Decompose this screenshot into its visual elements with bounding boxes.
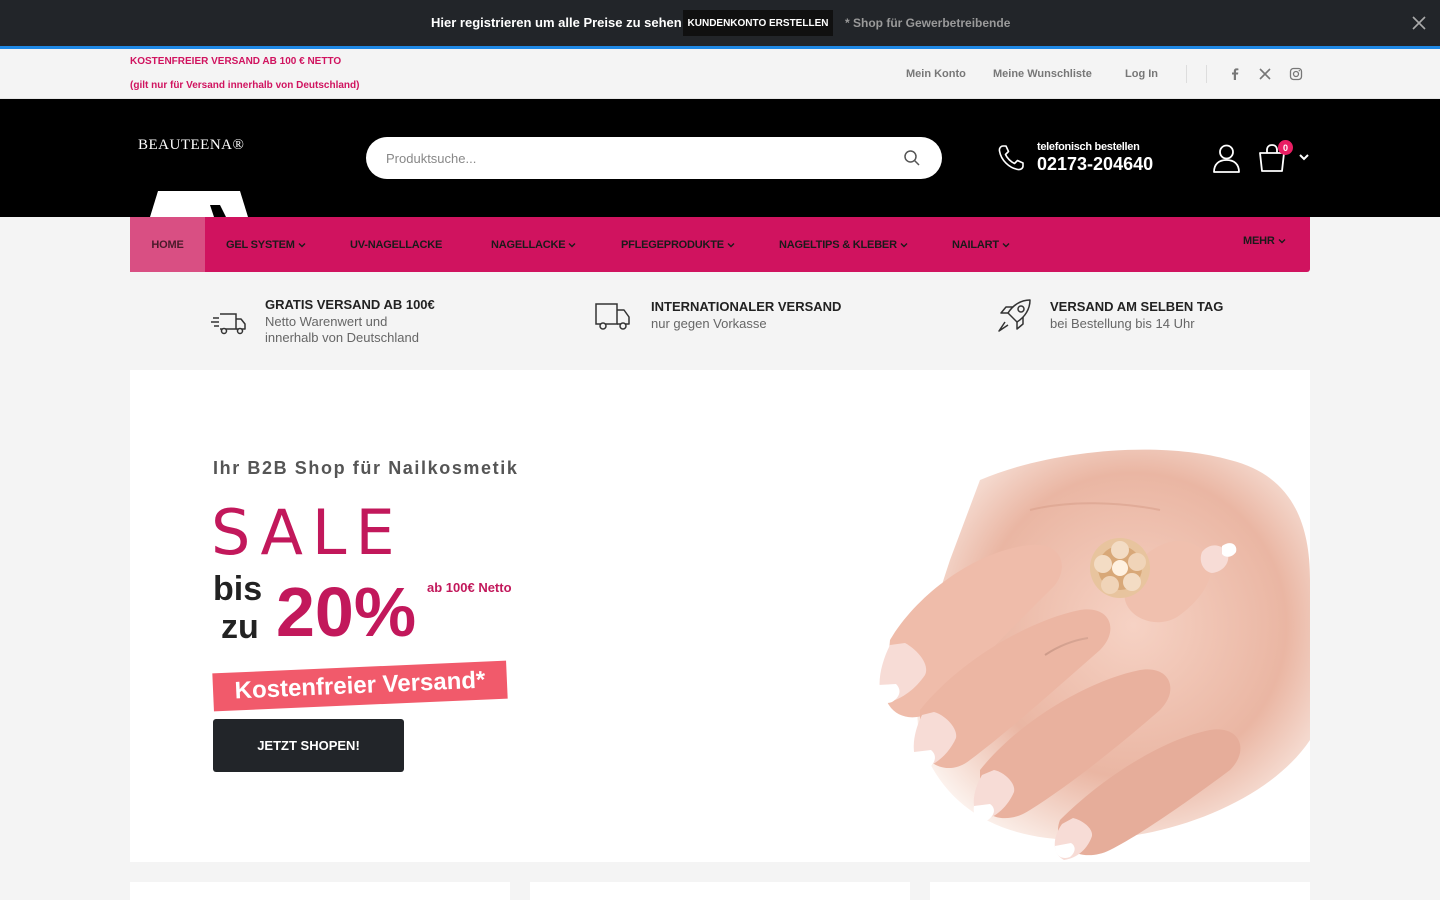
nav-item-nailart[interactable]: NAILART (952, 217, 1010, 272)
nav-item-pflegeprodukte[interactable]: PFLEGEPRODUKTE (621, 217, 735, 272)
user-icon[interactable] (1212, 143, 1241, 173)
promo-text: Hier registrieren um alle Preise zu sehe… (431, 15, 682, 30)
logo[interactable]: BEAUTEENA® (138, 137, 244, 154)
phone-label: telefonisch bestellen (1037, 141, 1140, 153)
hero-discount: 20% (276, 573, 417, 651)
hero-bis-text: bis (213, 570, 263, 608)
nav-item-gel-system[interactable]: GEL SYSTEM (226, 217, 306, 272)
category-card[interactable] (530, 882, 910, 900)
instagram-icon[interactable] (1289, 67, 1303, 81)
shipping-notice: KOSTENFREIER VERSAND AB 100 € NETTO (130, 56, 342, 67)
facebook-icon[interactable] (1228, 67, 1242, 81)
nav-item-home[interactable]: HOME (130, 217, 205, 272)
truck-fast-icon (211, 313, 246, 335)
chevron-down-icon (727, 242, 735, 247)
divider (1186, 65, 1187, 83)
feature-title: INTERNATIONALER VERSAND (651, 299, 842, 314)
search-input[interactable] (386, 137, 886, 179)
top-info-bar: KOSTENFREIER VERSAND AB 100 € NETTO (gil… (0, 49, 1440, 99)
feature-title: GRATIS VERSAND AB 100€ (265, 297, 435, 312)
phone-number[interactable]: 02173-204640 (1037, 154, 1153, 175)
feature-title: VERSAND AM SELBEN TAG (1050, 299, 1224, 314)
divider (1206, 65, 1207, 83)
main-header: BEAUTEENA® telefonisch bestellen 02173-2… (0, 99, 1440, 217)
logo-mark (150, 191, 248, 217)
chevron-down-icon (298, 242, 306, 247)
promo-bar: Hier registrieren um alle Preise zu sehe… (0, 0, 1440, 46)
feature-text: bei Bestellung bis 14 Uhr (1050, 316, 1195, 331)
free-shipping-banner: Kostenfreier Versand* (212, 660, 508, 712)
nav-item-mehr[interactable]: MEHR (1243, 217, 1286, 265)
search-bar (366, 137, 942, 179)
close-icon[interactable] (1410, 14, 1428, 32)
wishlist-link[interactable]: Meine Wunschliste (993, 68, 1092, 80)
phone-icon (998, 145, 1024, 171)
nav-item-uv-nagellacke[interactable]: UV-NAGELLACKE (350, 217, 442, 272)
hero-netto-note: ab 100€ Netto (427, 580, 512, 595)
my-account-link[interactable]: Mein Konto (906, 68, 966, 80)
truck-icon (595, 303, 630, 330)
create-account-button[interactable]: KUNDENKONTO ERSTELLEN (683, 10, 833, 36)
nav-item-nagellacke[interactable]: NAGELLACKE (491, 217, 576, 272)
hero-sale-heading: SALE (211, 496, 404, 569)
shop-now-button[interactable]: JETZT SHOPEN! (213, 719, 404, 772)
rocket-icon (998, 299, 1031, 332)
chevron-down-icon (900, 242, 908, 247)
category-card[interactable] (930, 882, 1310, 900)
shipping-notice-detail: (gilt nur für Versand innerhalb von Deut… (130, 80, 360, 91)
chevron-down-icon[interactable] (1298, 151, 1310, 163)
chevron-down-icon (568, 242, 576, 247)
main-navigation: HOME GEL SYSTEM UV-NAGELLACKE NAGELLACKE… (130, 217, 1310, 272)
login-link[interactable]: Log In (1125, 68, 1158, 80)
feature-text: Netto Warenwert und (265, 314, 388, 329)
hand-manicure-image (877, 449, 1310, 860)
x-twitter-icon[interactable] (1258, 67, 1272, 81)
hero-zu-text: zu (221, 608, 259, 646)
cart-count-badge: 0 (1278, 140, 1293, 155)
nav-item-nageltips-kleber[interactable]: NAGELTIPS & KLEBER (779, 217, 908, 272)
chevron-down-icon (1002, 242, 1010, 247)
hero-subtitle: Ihr B2B Shop für Nailkosmetik (213, 458, 519, 478)
hero-banner: Ihr B2B Shop für Nailkosmetik SALE bis z… (130, 370, 1310, 862)
chevron-down-icon (1278, 239, 1286, 244)
category-card[interactable] (130, 882, 510, 900)
search-icon[interactable] (903, 149, 921, 167)
promo-note: * Shop für Gewerbetreibende (845, 16, 1011, 30)
feature-text: nur gegen Vorkasse (651, 316, 767, 331)
feature-text: innerhalb von Deutschland (265, 330, 419, 345)
